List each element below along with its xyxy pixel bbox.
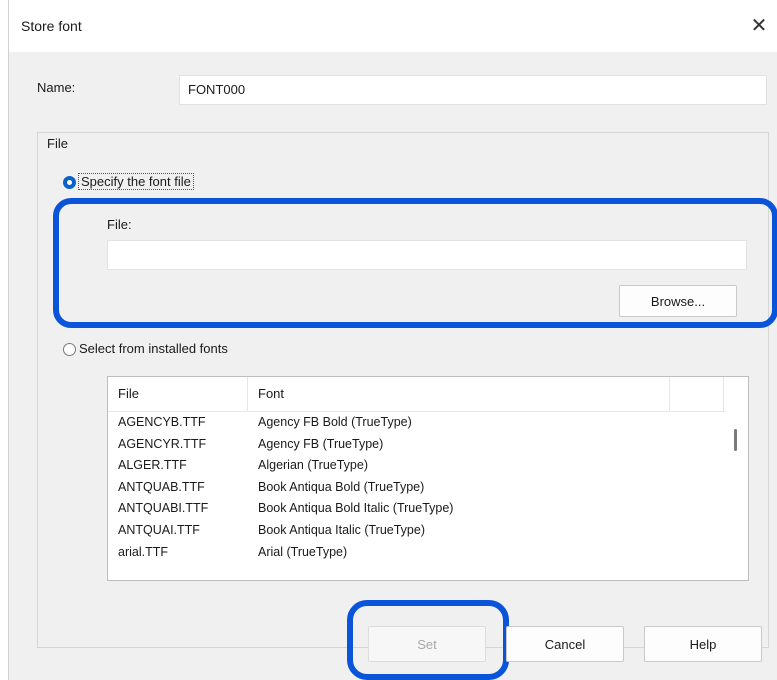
list-item-font: Agency FB (TrueType) [258,436,384,451]
close-button[interactable]: ✕ [744,10,774,40]
list-scrollbar[interactable] [726,411,748,580]
installed-fonts-label[interactable]: Select from installed fonts [79,341,228,356]
list-item[interactable]: ANTQUAI.TTF Book Antiqua Italic (TrueTyp… [108,519,726,541]
list-item[interactable]: AGENCYR.TTF Agency FB (TrueType) [108,433,726,455]
installed-fonts-radio[interactable] [63,343,76,356]
scrollbar-thumb[interactable] [734,429,737,451]
cancel-button[interactable]: Cancel [506,626,624,662]
list-item[interactable]: ANTQUAB.TTF Book Antiqua Bold (TrueType) [108,476,726,498]
store-font-dialog: Store font ✕ Name: FONT000 File Specify … [8,0,777,680]
file-group-label: File [47,136,68,151]
help-button[interactable]: Help [644,626,762,662]
close-icon: ✕ [750,14,768,37]
list-item-font: Arial (TrueType) [258,544,348,559]
list-item[interactable]: arial.TTF Arial (TrueType) [108,541,726,563]
column-header-font[interactable]: Font [248,377,670,411]
list-item-font: Book Antiqua Bold (TrueType) [258,479,425,494]
list-item-font: Agency FB Bold (TrueType) [258,415,412,429]
dialog-title: Store font [21,18,82,34]
list-item-file: ANTQUABI.TTF [118,501,209,516]
browse-button-label: Browse... [650,293,706,309]
cancel-button-label: Cancel [544,636,586,652]
set-button-label: Set [417,636,437,652]
title-bar: Store font ✕ [9,0,777,52]
list-item[interactable]: ANTQUABI.TTF Book Antiqua Bold Italic (T… [108,497,726,519]
specify-font-file-label: Specify the font file [78,173,194,190]
list-body: AGENCYB.TTF Agency FB Bold (TrueType) AG… [108,411,726,580]
specify-font-file-option[interactable]: Specify the font file [78,173,194,190]
column-header-file[interactable]: File [108,377,248,411]
specify-font-file-radio[interactable] [63,176,76,189]
list-item-file: AGENCYR.TTF [118,436,207,451]
list-item-file: arial.TTF [118,544,168,559]
list-item-file: ALGER.TTF [118,458,187,473]
name-input[interactable]: FONT000 [179,75,767,105]
help-button-label: Help [689,636,717,652]
list-item[interactable]: ALGER.TTF Algerian (TrueType) [108,454,726,476]
column-header-empty [670,377,724,411]
dialog-body: Name: FONT000 File Specify the font file… [9,52,777,680]
list-item-file: ANTQUAB.TTF [118,479,205,494]
list-item-font: Algerian (TrueType) [258,458,368,473]
browse-button[interactable]: Browse... [619,285,737,317]
list-item-file: AGENCYB.TTF [118,415,206,429]
list-item-font: Book Antiqua Bold Italic (TrueType) [258,501,454,516]
list-item-file: ANTQUAI.TTF [118,522,200,537]
name-label: Name: [37,80,76,95]
list-header: File Font [108,377,748,412]
file-path-label: File: [107,217,132,232]
set-button[interactable]: Set [368,626,486,662]
list-item[interactable]: AGENCYB.TTF Agency FB Bold (TrueType) [108,411,726,433]
list-item-font: Book Antiqua Italic (TrueType) [258,522,425,537]
installed-fonts-list[interactable]: File Font AGENCYB.TTF Agency FB Bold (Tr… [107,376,749,581]
file-path-input[interactable] [107,240,747,270]
